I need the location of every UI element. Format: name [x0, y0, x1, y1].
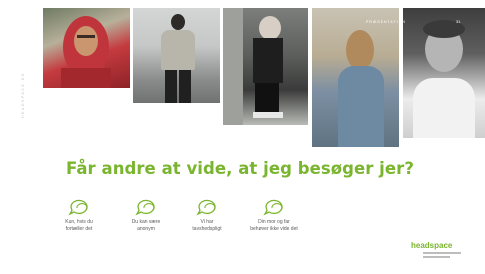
feature-anonymous: Du kan være anonym — [111, 197, 181, 232]
presentation-label: PRÆSENTATION — [366, 20, 406, 24]
photo-boy-jacket — [133, 8, 220, 103]
feature-label: Kun, hvis du fortæller det — [65, 219, 93, 232]
side-url-text: HEADSPACE.DK — [21, 72, 25, 118]
feature-confidentiality: Vi har tavshedspligt — [172, 197, 242, 232]
feature-parents-need-not-know: Din mor og far behøver ikke vide det — [239, 197, 309, 232]
partner-logo — [423, 252, 461, 260]
photo-person-by-wall — [223, 8, 308, 125]
photo-girl-by-water — [312, 8, 399, 147]
feature-label: Du kan være anonym — [131, 219, 161, 232]
chat-icon — [263, 199, 283, 216]
feature-only-if-you-tell: Kun, hvis du fortæller det — [44, 197, 114, 232]
chat-icon — [68, 199, 88, 216]
headspace-logo: headspace — [411, 241, 453, 250]
feature-label: Din mor og far behøver ikke vide det — [250, 219, 298, 232]
chat-icon — [196, 199, 216, 216]
feature-label: Vi har tavshedspligt — [192, 219, 222, 232]
chat-icon — [135, 199, 155, 216]
photo-girl-red-hijab — [43, 8, 130, 88]
page-number: 31 — [456, 19, 461, 24]
photo-boy-portrait — [403, 8, 485, 138]
slide: PRÆSENTATION 31 HEADSPACE.DK Får andre a… — [0, 0, 485, 274]
page-title: Får andre at vide, at jeg besøger jer? — [66, 159, 414, 178]
